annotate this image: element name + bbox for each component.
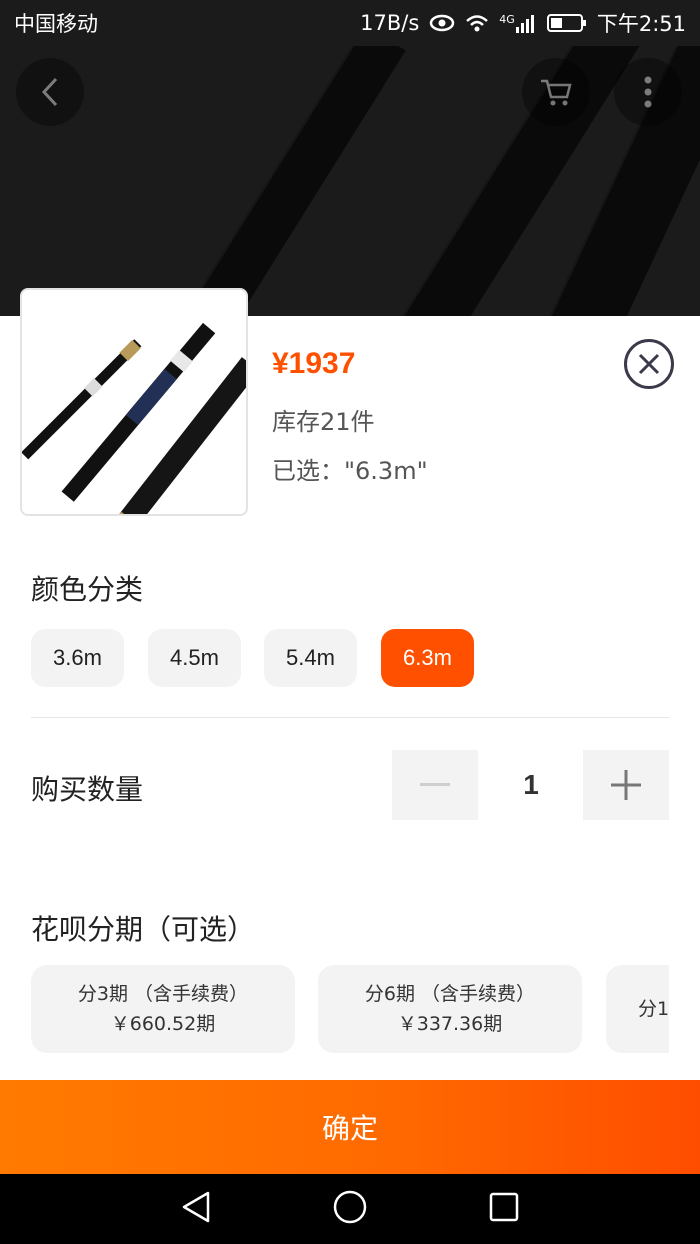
installment-plan-12[interactable]: 分1 [606, 965, 669, 1053]
installment-plan-6[interactable]: 分6期 （含手续费） ￥337.36期 [318, 965, 582, 1053]
color-section-title: 颜色分类 [31, 573, 144, 606]
back-button[interactable] [16, 58, 84, 126]
system-nav-bar [0, 1174, 700, 1244]
nav-recents-icon [489, 1192, 519, 1222]
color-option-5-4m[interactable]: 5.4m [264, 629, 357, 687]
more-icon [644, 76, 652, 108]
color-option-4-5m[interactable]: 4.5m [148, 629, 241, 687]
section-divider [31, 717, 669, 718]
product-hero-image [0, 46, 700, 316]
nav-home-button[interactable] [332, 1189, 368, 1229]
back-icon [41, 77, 58, 107]
close-button[interactable] [624, 339, 674, 389]
product-price: ¥1937 [272, 347, 356, 380]
cart-button[interactable] [522, 58, 590, 126]
selected-option-text: 已选："6.3m" [272, 457, 428, 485]
nav-home-icon [333, 1190, 367, 1224]
installment-plan-3[interactable]: 分3期 （含手续费） ￥660.52期 [31, 965, 295, 1053]
carrier-name: 中国移动 [14, 12, 98, 36]
more-button[interactable] [614, 58, 682, 126]
quantity-label: 购买数量 [31, 773, 144, 806]
eye-icon [429, 14, 455, 32]
quantity-minus-button[interactable] [392, 750, 478, 820]
plan-terms: 分6期 （含手续费） [364, 983, 536, 1005]
close-icon [638, 353, 660, 375]
stock-count: 库存21件 [272, 408, 375, 436]
plan-terms: 分3期 （含手续费） [77, 983, 249, 1005]
signal-icon: 4G [499, 13, 537, 33]
plan-terms: 分1 [638, 998, 669, 1020]
plus-icon [611, 770, 641, 800]
plan-amount: ￥660.52期 [110, 1013, 216, 1035]
cart-icon [541, 79, 572, 106]
nav-back-icon [182, 1191, 210, 1223]
quantity-value[interactable]: 1 [478, 750, 584, 820]
confirm-button[interactable]: 确定 [0, 1080, 700, 1174]
wifi-icon [465, 13, 489, 33]
signal-label: 4G [499, 13, 515, 26]
nav-recents-button[interactable] [488, 1191, 520, 1227]
color-option-3-6m[interactable]: 3.6m [31, 629, 124, 687]
color-option-6-3m[interactable]: 6.3m [381, 629, 474, 687]
battery-icon [546, 13, 587, 33]
clock: 下午2:51 [596, 12, 686, 36]
product-thumbnail [20, 288, 248, 516]
status-indicators: 17B/s 4G 下午2:51 [360, 8, 686, 38]
nav-back-button[interactable] [180, 1190, 212, 1228]
installment-section-title: 花呗分期（可选） [31, 913, 256, 946]
net-speed: 17B/s [360, 11, 420, 35]
quantity-plus-button[interactable] [583, 750, 669, 820]
status-bar: 中国移动 17B/s 4G 下午2:51 [0, 0, 700, 46]
plan-amount: ￥337.36期 [397, 1013, 503, 1035]
installment-plans: 分3期 （含手续费） ￥660.52期 分6期 （含手续费） ￥337.36期 … [31, 965, 669, 1053]
minus-icon [420, 783, 450, 786]
